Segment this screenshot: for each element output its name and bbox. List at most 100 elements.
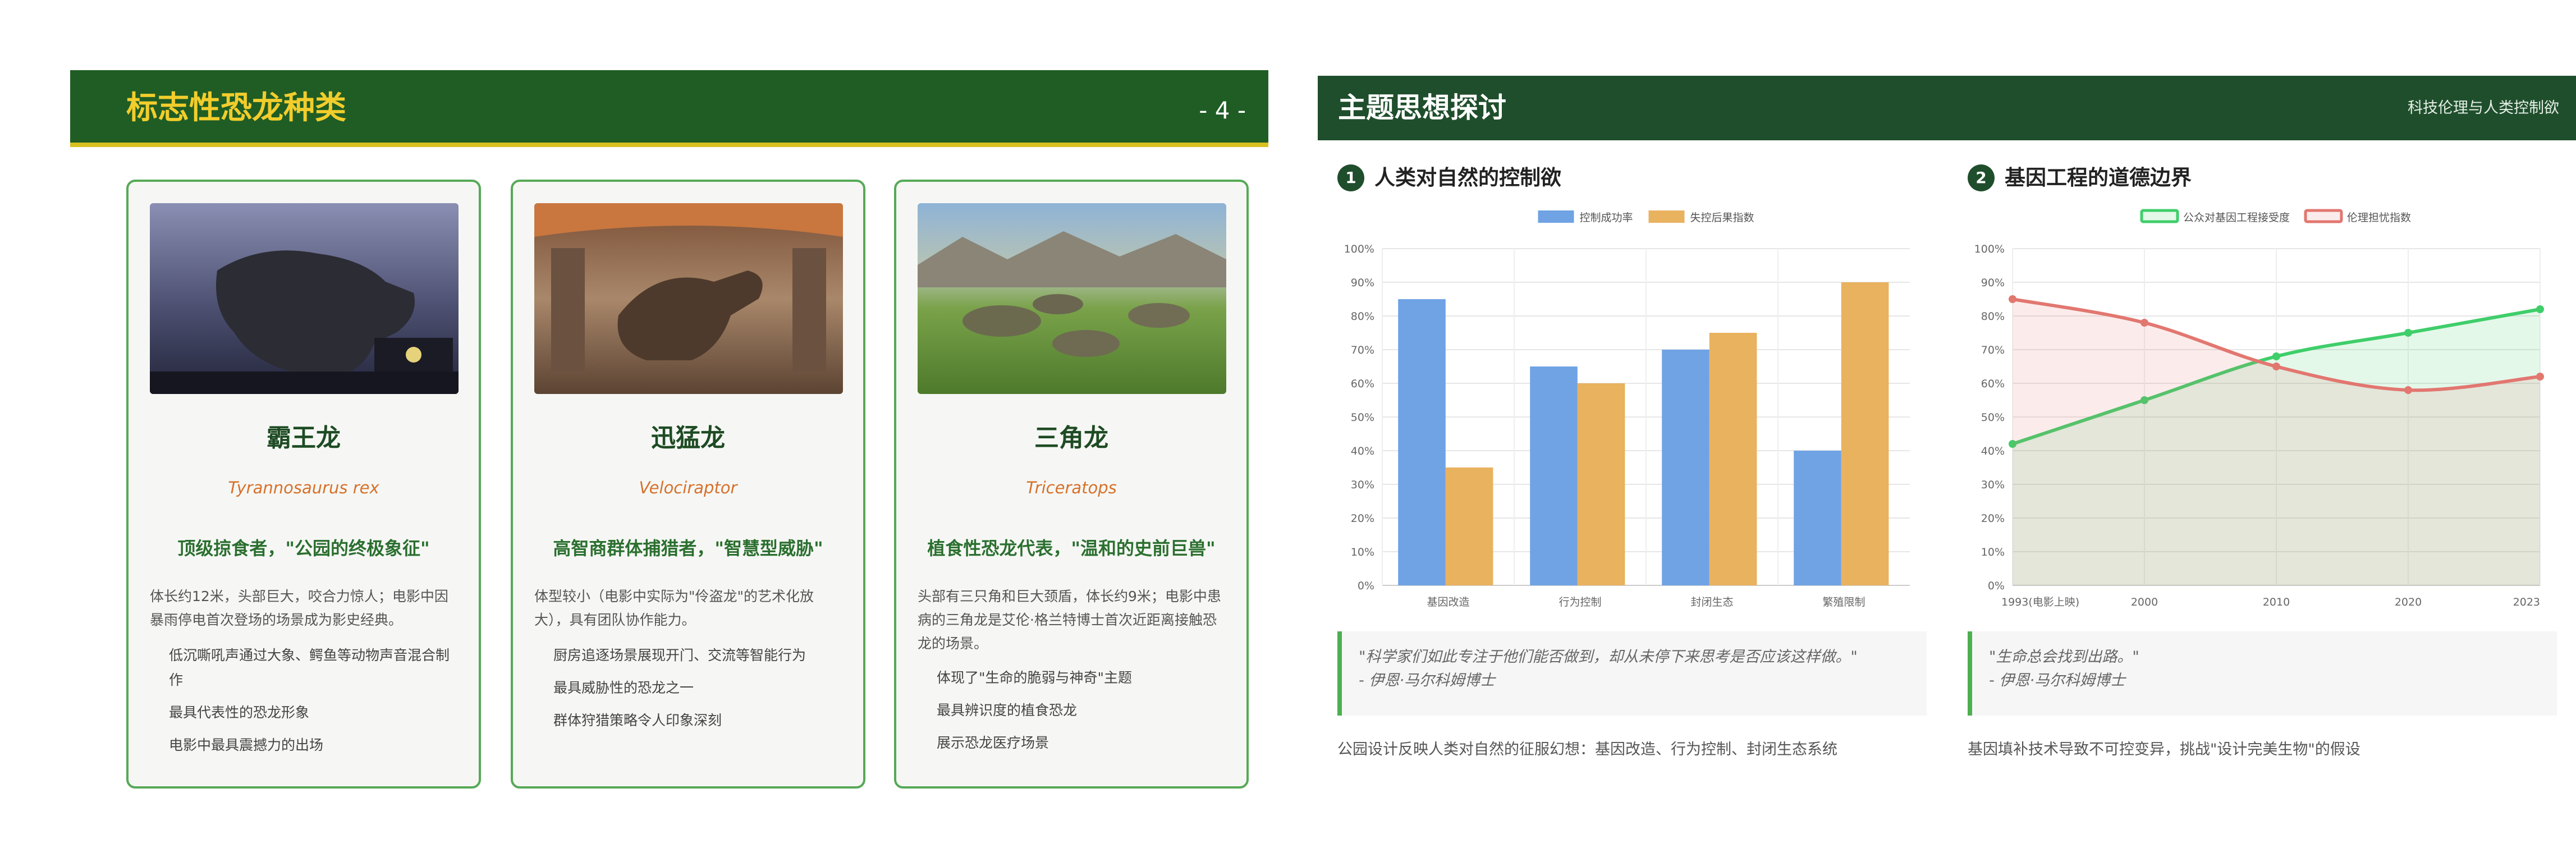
x-tick-label: 繁殖限制 bbox=[1822, 596, 1865, 608]
data-point bbox=[2140, 319, 2148, 327]
list-item: 低沉嘶吼声通过大象、鳄鱼等动物声音混合制作 bbox=[169, 647, 450, 688]
legend-swatch bbox=[1538, 210, 1574, 223]
y-tick-label: 30% bbox=[1351, 479, 1374, 491]
quote-box: "科学家们如此专注于他们能否做到，却从未停下来思考是否应该这样做。" - 伊恩·… bbox=[1337, 631, 1927, 716]
list-item: 厨房追逐场景展现开门、交流等智能行为 bbox=[553, 647, 806, 663]
card-t-rex: 霸王龙 Tyrannosaurus rex 顶级掠食者，"公园的终极象征" 体长… bbox=[126, 180, 481, 789]
area-chart: 0% 10% 20% 30% 40% 50% 60% 70% 80% 90% 100% 1993(电影… bbox=[1974, 209, 2544, 608]
legend-label: 控制成功率 bbox=[1580, 212, 1633, 224]
bar bbox=[1530, 366, 1578, 585]
panel-control-of-nature: 1 人类对自然的控制欲 0% 10% 20% 30% 40% 50% 60% 70% 80% 90… bbox=[1337, 76, 1927, 800]
panel-number-badge: 2 bbox=[1968, 164, 1995, 191]
list-item: 展示恐龙医疗场景 bbox=[937, 735, 1049, 751]
y-tick-label: 20% bbox=[1351, 512, 1374, 525]
y-tick-label: 50% bbox=[1981, 411, 2005, 424]
y-tick-label: 10% bbox=[1981, 546, 2005, 558]
bar bbox=[1841, 282, 1889, 585]
bar bbox=[1662, 350, 1709, 585]
y-tick-label: 60% bbox=[1351, 378, 1374, 390]
panel-genetic-ethics: 2 基因工程的道德边界 0% 10% 20% 30% 40% 50% 60% 70% 80% 90… bbox=[1968, 76, 2557, 800]
legend-label: 伦理担忧指数 bbox=[2347, 212, 2411, 224]
legend-label: 公众对基因工程接受度 bbox=[2183, 212, 2290, 224]
species-bullets: 低沉嘶吼声通过大象、鳄鱼等动物声音混合制作 最具代表性的恐龙形象 电影中最具震撼… bbox=[169, 643, 459, 766]
data-point bbox=[2404, 386, 2412, 394]
species-latin-name: Triceratops bbox=[1026, 478, 1117, 497]
card-velociraptor: 迅猛龙 Velociraptor 高智商群体捕猎者，"智慧型威胁" 体型较小（电… bbox=[511, 180, 865, 789]
list-item: 电影中最具震撼力的出场 bbox=[169, 737, 324, 753]
dinosaur-species-slide: 标志性恐龙种类 - 4 - 霸王龙 Tyrannosaurus rex 顶级掠食… bbox=[70, 70, 1268, 794]
card-triceratops: 三角龙 Triceratops 植食性恐龙代表，"温和的史前巨兽" 头部有三只角… bbox=[894, 180, 1249, 789]
species-description: 体长约12米，头部巨大，咬合力惊人；电影中因暴雨停电首次登场的场景成为影史经典。 bbox=[150, 588, 448, 628]
legend-swatch bbox=[2304, 209, 2343, 223]
list-item: 体现了"生命的脆弱与神奇"主题 bbox=[937, 670, 1132, 686]
quote-text: "科学家们如此专注于他们能否做到，却从未停下来思考是否应该这样做。" bbox=[1359, 648, 1858, 666]
legend-swatch bbox=[2140, 209, 2179, 223]
panel-note: 公园设计反映人类对自然的征服幻想：基因改造、行为控制、封闭生态系统 bbox=[1337, 741, 1837, 758]
data-point bbox=[2536, 305, 2544, 313]
x-tick-label: 2010 bbox=[2263, 596, 2290, 608]
list-item: 最具威胁性的恐龙之一 bbox=[553, 680, 694, 696]
species-latin-name: Velociraptor bbox=[639, 478, 737, 497]
page-number: - 4 - bbox=[1199, 97, 1246, 124]
x-tick-label: 基因改造 bbox=[1427, 596, 1469, 608]
species-tagline: 高智商群体捕猎者，"智慧型威胁" bbox=[553, 538, 823, 559]
y-tick-label: 50% bbox=[1351, 411, 1374, 424]
panel-title: 基因工程的道德边界 bbox=[2005, 166, 2192, 190]
y-tick-label: 40% bbox=[1351, 445, 1374, 457]
y-tick-label: 0% bbox=[1358, 580, 1374, 592]
slide-header: 标志性恐龙种类 - 4 - bbox=[70, 70, 1268, 147]
species-name: 霸王龙 bbox=[267, 424, 341, 452]
y-tick-label: 10% bbox=[1351, 546, 1374, 558]
y-tick-label: 80% bbox=[1351, 310, 1374, 323]
quote-author: - 伊恩·马尔科姆博士 bbox=[1989, 672, 2125, 689]
data-point bbox=[2009, 295, 2016, 303]
species-name: 迅猛龙 bbox=[651, 424, 725, 452]
panel-number-badge: 1 bbox=[1337, 164, 1364, 191]
y-tick-label: 90% bbox=[1351, 277, 1374, 289]
species-tagline: 顶级掠食者，"公园的终极象征" bbox=[177, 538, 430, 559]
list-item: 群体狩猎策略令人印象深刻 bbox=[553, 712, 722, 728]
bar bbox=[1709, 333, 1757, 585]
y-tick-label: 100% bbox=[1974, 243, 2005, 255]
y-tick-label: 0% bbox=[1988, 580, 2005, 592]
data-point bbox=[2272, 352, 2280, 360]
y-tick-label: 60% bbox=[1981, 378, 2005, 390]
legend-swatch bbox=[1648, 210, 1685, 223]
species-tagline: 植食性恐龙代表，"温和的史前巨兽" bbox=[927, 538, 1216, 559]
y-tick-label: 90% bbox=[1981, 277, 2005, 289]
triceratops-photo bbox=[918, 203, 1226, 394]
list-item: 最具代表性的恐龙形象 bbox=[169, 704, 310, 721]
data-point bbox=[2272, 363, 2280, 370]
y-tick-label: 70% bbox=[1351, 344, 1374, 356]
t-rex-photo bbox=[150, 203, 459, 394]
quote-text: "生命总会找到出路。" bbox=[1989, 648, 2139, 666]
x-tick-label: 2023 bbox=[2513, 596, 2540, 608]
panel-note: 基因填补技术导致不可控变异，挑战"设计完美生物"的假设 bbox=[1968, 741, 2360, 758]
y-tick-label: 30% bbox=[1981, 479, 2005, 491]
y-tick-label: 100% bbox=[1344, 243, 1374, 255]
y-tick-label: 80% bbox=[1981, 310, 2005, 323]
species-name: 三角龙 bbox=[1034, 424, 1108, 452]
velociraptor-photo bbox=[534, 203, 843, 394]
legend-label: 失控后果指数 bbox=[1690, 212, 1754, 224]
x-tick-label: 2000 bbox=[2131, 596, 2158, 608]
quote-box: "生命总会找到出路。" - 伊恩·马尔科姆博士 bbox=[1968, 631, 2557, 716]
theme-discussion-slide: 主题思想探讨 科技伦理与人类控制欲 1 人类对自然的控制欲 0% 10% 20% 30… bbox=[1318, 76, 2576, 800]
bar bbox=[1577, 383, 1625, 585]
data-point bbox=[2404, 329, 2412, 337]
bar bbox=[1445, 468, 1493, 585]
bar bbox=[1398, 299, 1446, 585]
x-tick-label: 1993(电影上映) bbox=[2001, 596, 2079, 608]
slide-title: 标志性恐龙种类 bbox=[126, 90, 346, 126]
bar-chart: 0% 10% 20% 30% 40% 50% 60% 70% 80% 90% 100% 基因改造 行为控… bbox=[1344, 210, 1910, 608]
x-tick-label: 行为控制 bbox=[1559, 596, 1601, 608]
species-latin-name: Tyrannosaurus rex bbox=[228, 478, 379, 497]
x-tick-label: 封闭生态 bbox=[1690, 596, 1733, 608]
panel-title: 人类对自然的控制欲 bbox=[1374, 166, 1561, 190]
x-tick-label: 2020 bbox=[2395, 596, 2422, 608]
species-bullets: 体现了"生命的脆弱与神奇"主题 最具辨识度的植食恐龙 展示恐龙医疗场景 bbox=[937, 666, 1226, 763]
species-bullets: 厨房追逐场景展现开门、交流等智能行为 最具威胁性的恐龙之一 群体狩猎策略令人印象… bbox=[553, 643, 843, 741]
y-tick-label: 40% bbox=[1981, 445, 2005, 457]
bar bbox=[1794, 451, 1841, 585]
list-item: 最具辨识度的植食恐龙 bbox=[937, 702, 1078, 718]
